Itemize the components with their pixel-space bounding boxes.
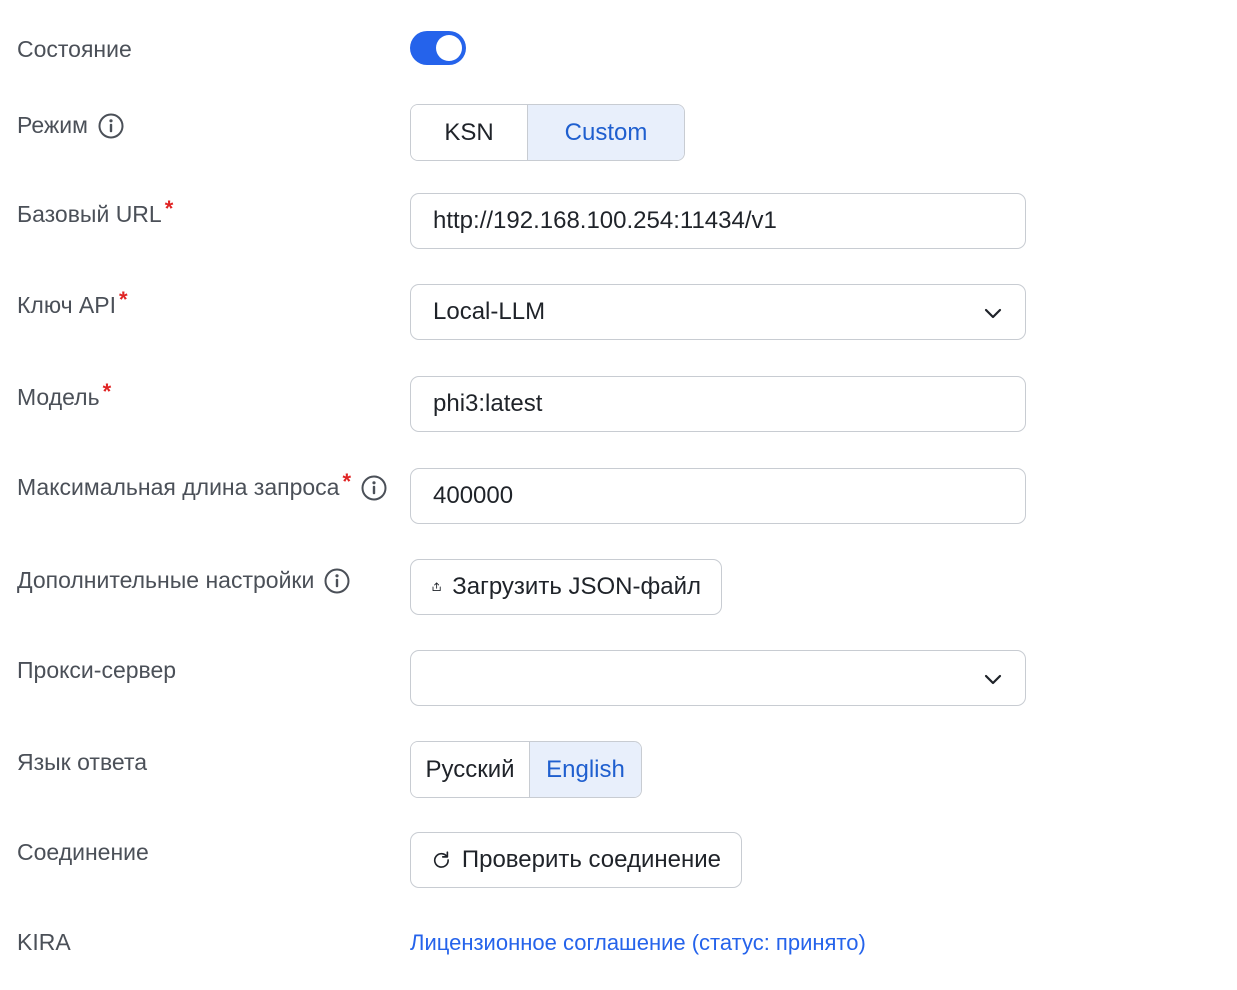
model-input[interactable]: phi3:latest (410, 376, 1026, 432)
license-agreement-link[interactable]: Лицензионное соглашение (статус: принято… (410, 930, 866, 955)
mode-label: Режим (17, 112, 124, 139)
info-icon[interactable] (361, 475, 387, 501)
mode-option-custom[interactable]: Custom (527, 105, 684, 160)
base-url-label: Базовый URL * (17, 195, 174, 228)
max-length-label: Максимальная длина запроса * (17, 469, 387, 501)
toggle-switch[interactable] (410, 31, 466, 65)
check-connection-control: Проверить соединение (410, 832, 742, 888)
proxy-label: Прокси-сервер (17, 657, 177, 683)
mode-option-ksn[interactable]: KSN (411, 105, 527, 160)
base-url-value: http://192.168.100.254:11434/v1 (433, 207, 777, 234)
model-field[interactable]: phi3:latest (410, 376, 1026, 432)
required-asterisk: * (102, 378, 112, 404)
proxy-dropdown[interactable] (410, 650, 1026, 706)
language-option-english[interactable]: English (529, 742, 641, 797)
upload-icon (432, 582, 441, 592)
max-length-field[interactable]: 400000 (410, 468, 1026, 524)
model-value: phi3:latest (433, 390, 543, 417)
upload-json-control: Загрузить JSON-файл (410, 559, 722, 615)
chevron-down-icon (984, 308, 1002, 319)
upload-json-label: Загрузить JSON-файл (452, 573, 701, 600)
chevron-down-icon (984, 674, 1002, 685)
max-length-value: 400000 (433, 482, 514, 509)
base-url-field[interactable]: http://192.168.100.254:11434/v1 (410, 193, 1026, 249)
upload-json-button[interactable]: Загрузить JSON-файл (410, 559, 722, 615)
info-icon[interactable] (98, 113, 124, 139)
api-key-select[interactable]: Local-LLM (410, 284, 1026, 340)
max-length-input[interactable]: 400000 (410, 468, 1026, 524)
state-toggle[interactable] (410, 31, 466, 65)
required-asterisk: * (342, 468, 352, 494)
license-agreement-control: Лицензионное соглашение (статус: принято… (410, 930, 866, 956)
connection-label: Соединение (17, 839, 149, 865)
response-language-label: Язык ответа (17, 749, 148, 775)
refresh-icon (433, 851, 449, 868)
api-key-value: Local-LLM (433, 298, 546, 325)
model-label: Модель * (17, 378, 112, 411)
llm-settings-form: Состояние Режим KSN Custom Базовый URL *… (0, 0, 1237, 990)
info-icon[interactable] (324, 568, 350, 594)
response-language-segmented: Русский English (410, 741, 642, 798)
kira-label: KIRA (17, 929, 71, 955)
language-option-russian[interactable]: Русский (411, 742, 529, 797)
toggle-knob (436, 35, 462, 61)
proxy-select[interactable] (410, 650, 1026, 706)
check-connection-button[interactable]: Проверить соединение (410, 832, 742, 888)
api-key-label: Ключ API * (17, 286, 128, 319)
api-key-dropdown[interactable]: Local-LLM (410, 284, 1026, 340)
required-asterisk: * (119, 286, 128, 312)
required-asterisk: * (164, 195, 174, 221)
mode-segmented: KSN Custom (410, 104, 685, 161)
check-connection-label: Проверить соединение (461, 846, 721, 873)
base-url-input[interactable]: http://192.168.100.254:11434/v1 (410, 193, 1026, 249)
state-label: Состояние (17, 36, 132, 62)
extra-settings-label: Дополнительные настройки (17, 567, 350, 594)
